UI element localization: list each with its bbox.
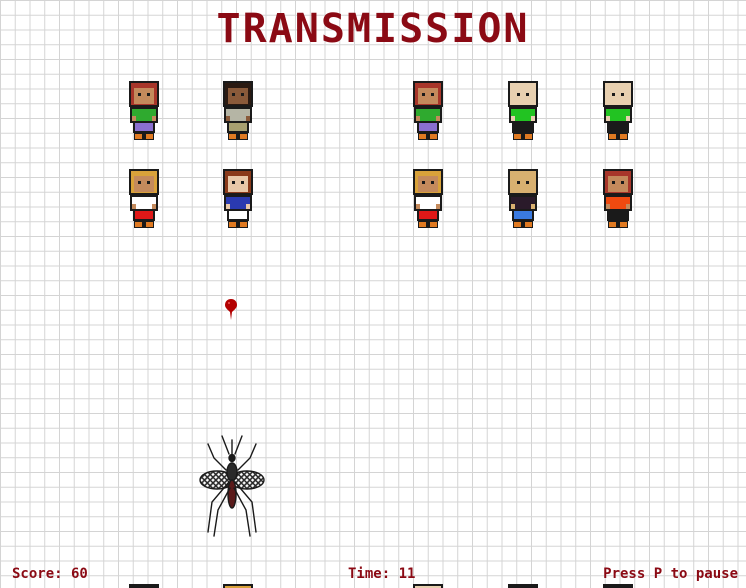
person-sprite	[218, 80, 258, 144]
person-sprite	[124, 80, 164, 144]
mosquito-player[interactable]	[196, 432, 268, 540]
person-sprite	[503, 80, 543, 144]
person-sprite	[598, 80, 638, 144]
person-sprite	[408, 80, 448, 144]
game-title: TRANSMISSION	[216, 6, 530, 52]
timer-display: Time: 11	[348, 566, 416, 582]
person-sprite	[124, 168, 164, 232]
person-sprite	[503, 168, 543, 232]
score-display: Score: 60	[12, 566, 88, 582]
person-sprite	[598, 168, 638, 232]
blood-drop-projectile	[224, 298, 238, 322]
person-sprite	[218, 168, 258, 232]
pause-hint: Press P to pause	[603, 566, 738, 582]
person-sprite	[408, 168, 448, 232]
